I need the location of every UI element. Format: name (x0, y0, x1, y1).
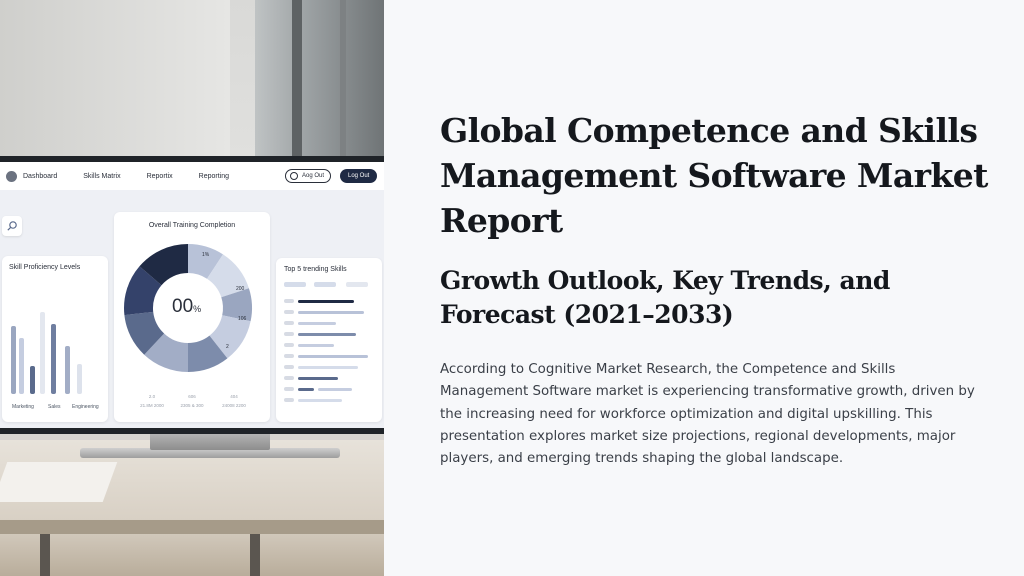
skill-card-title: Skill Proficiency Levels (9, 264, 81, 271)
stat-top: 2.0 (148, 394, 156, 399)
slice-label: 106 (238, 316, 247, 322)
bar (11, 326, 16, 394)
nav-reportix[interactable]: Reportix (147, 173, 173, 180)
nav-dashboard[interactable]: Dashboard (23, 173, 57, 180)
trend-label (284, 354, 294, 358)
slice-label: 2 (226, 344, 229, 350)
slice-label: 200 (236, 286, 245, 292)
legend-chip (314, 282, 336, 287)
monitor-stand (150, 432, 270, 450)
trending-skills-card: Top 5 trending Skills (276, 258, 382, 422)
desk-leg (40, 534, 50, 576)
intro-paragraph: According to Cognitive Market Research, … (440, 362, 975, 467)
nav-skills-matrix[interactable]: Skills Matrix (83, 173, 120, 180)
trend-bar (318, 388, 352, 391)
desk-leg (250, 534, 260, 576)
stat-bottom: 21.8M 2000 (140, 403, 164, 408)
completion-unit: % (193, 304, 202, 314)
search-button[interactable] (2, 216, 22, 236)
stat-top: 606 (188, 394, 196, 399)
overall-footer-stat: 404 24008 2200 (214, 392, 254, 410)
completion-value: 00% (172, 296, 201, 318)
dashboard-screen: Dashboard Skills Matrix Reportix Reporti… (0, 162, 384, 428)
trend-label (284, 387, 294, 391)
trend-label (284, 365, 294, 369)
stat-bottom: 24008 2200 (222, 403, 246, 408)
overall-training-card: Overall Training Completion 00% 1% 200 1… (114, 212, 270, 422)
legend-chip (284, 282, 306, 287)
trend-bar (298, 344, 334, 347)
monitor: Dashboard Skills Matrix Reportix Reporti… (0, 156, 384, 434)
stat-top: 404 (230, 394, 238, 399)
nav-reporting[interactable]: Reporting (199, 173, 229, 180)
window-frame (292, 0, 302, 160)
bar (51, 324, 56, 394)
overall-footer-stat: 2.0 21.8M 2000 (132, 392, 172, 410)
trend-label (284, 299, 294, 303)
x-label-marketing: Marketing (12, 404, 34, 410)
stat-bottom: 2305 & 300 (180, 403, 204, 408)
overall-footer-stat: 606 2305 & 300 (172, 392, 212, 410)
trend-label (284, 398, 294, 402)
page-title: Global Competence and Skills Management … (440, 111, 988, 240)
desk (0, 440, 384, 576)
trend-label (284, 343, 294, 347)
bar (40, 312, 45, 394)
trend-label (284, 376, 294, 380)
trend-bar (298, 333, 356, 336)
trend-bar (298, 311, 364, 314)
wall-shade (0, 0, 230, 160)
user-circle-icon (290, 172, 298, 180)
dashboard-navbar: Dashboard Skills Matrix Reportix Reporti… (0, 162, 384, 190)
bar (65, 346, 70, 394)
trend-bar (298, 377, 338, 380)
x-label-sales: Sales (48, 404, 61, 410)
slice-label: 1% (202, 252, 210, 258)
x-label-engineering: Engineering (72, 404, 99, 410)
text-panel: Global Competence and Skills Management … (384, 0, 1024, 576)
paper-sheet (0, 462, 118, 502)
search-icon (7, 221, 17, 231)
user-avatar-icon[interactable] (6, 170, 17, 182)
trend-label (284, 332, 294, 336)
bar (19, 338, 24, 394)
bar (30, 366, 35, 394)
log-out-button[interactable]: Log Out (340, 169, 378, 183)
aog-out-button[interactable]: Aog Out (285, 169, 332, 183)
skill-proficiency-card: Skill Proficiency Levels Marketing Sales… (2, 256, 108, 422)
trend-bar (298, 300, 354, 303)
window (255, 0, 384, 160)
window-frame (340, 0, 346, 160)
trend-label (284, 310, 294, 314)
bar (77, 364, 82, 394)
desk-edge (0, 520, 384, 534)
trend-bar (298, 388, 314, 391)
overall-card-title: Overall Training Completion (148, 222, 236, 229)
legend-chip (346, 282, 368, 287)
trend-bar (298, 366, 358, 369)
trend-card-title: Top 5 trending Skills (284, 266, 347, 273)
trend-label (284, 321, 294, 325)
trend-bar (298, 399, 342, 402)
completion-number: 00 (172, 296, 194, 317)
trend-bar (298, 322, 336, 325)
page-subtitle: Growth Outlook, Key Trends, and Forecast… (440, 266, 890, 329)
aog-out-label: Aog Out (302, 173, 325, 179)
trend-bar (298, 355, 368, 358)
monitor-photo: Dashboard Skills Matrix Reportix Reporti… (0, 0, 384, 576)
